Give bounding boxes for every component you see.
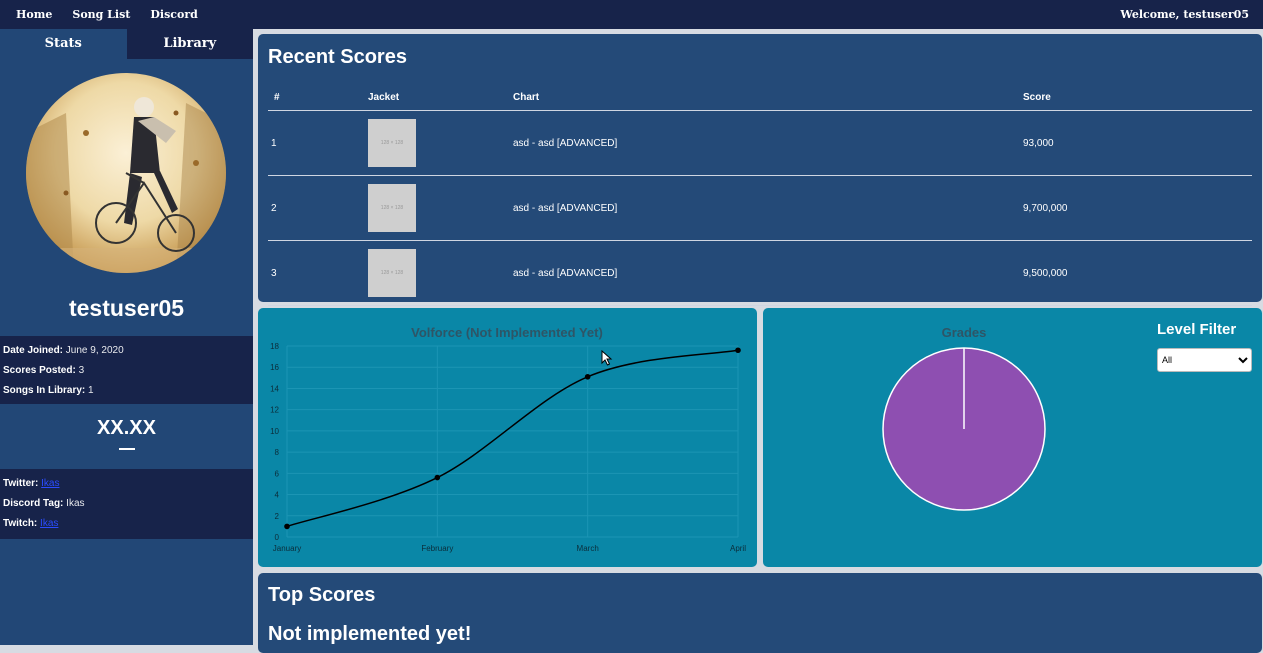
row-score: 93,000 [1022,110,1252,176]
jacket-image[interactable]: 128 × 128 [368,119,416,167]
username: testuser05 [68,295,185,321]
nav-home-link[interactable]: Home [16,8,52,21]
recent-scores-panel: Recent Scores # Jacket Chart Score 1 128… [258,34,1262,306]
jacket-image[interactable]: 128 × 128 [368,249,416,297]
y-tick-label: 18 [270,342,279,351]
recent-scores-title: Recent Scores [268,46,407,68]
y-tick-label: 14 [270,384,279,393]
top-nav: Home Song List Discord Welcome, testuser… [0,0,1263,29]
tab-library[interactable]: Library [126,29,253,59]
songs-in-library-value: 1 [88,385,94,396]
row-jacket-cell: 128 × 128 [367,240,512,306]
chart-title: Volforce (Not Implemented Yet) [411,325,603,340]
top-scores-message: Not implemented yet! [268,623,472,645]
row-chart[interactable]: asd - asd [ADVANCED] [512,175,1022,241]
y-tick-label: 10 [270,427,279,436]
y-tick-label: 16 [270,363,279,372]
row-num: 3 [268,240,367,306]
date-joined-label: Date Joined: [3,345,64,356]
twitch-link[interactable]: Ikas [40,518,58,529]
twitter-link[interactable]: Ikas [41,478,59,489]
table-row[interactable]: 2 128 × 128 asd - asd [ADVANCED] 9,700,0… [268,175,1252,241]
mouse-cursor-icon [601,350,613,366]
sidebar-tabs: Stats Library [0,29,253,59]
row-score: 9,500,000 [1022,240,1252,306]
tab-stats[interactable]: Stats [0,29,127,59]
table-row[interactable]: 1 128 × 128 asd - asd [ADVANCED] 93,000 [268,110,1252,176]
volforce-chart: Volforce (Not Implemented Yet) 0 2 4 6 8 10 12 1… [270,325,746,553]
nav-discord-link[interactable]: Discord [150,8,197,21]
scores-posted-row: Scores Posted: 3 [0,361,253,381]
series-line [286,349,739,528]
socials-block: Twitter: Ikas Discord Tag: Ikas Twitch: … [0,469,253,539]
twitch-label: Twitch: [3,518,38,529]
recent-scores-table: # Jacket Chart Score 1 128 × 128 asd - a… [268,84,1252,306]
discord-tag-label: Discord Tag: [3,498,64,509]
jacket-image[interactable]: 128 × 128 [368,184,416,232]
row-score: 9,700,000 [1022,175,1252,241]
date-joined-row: Date Joined: June 9, 2020 [0,341,253,361]
row-num: 2 [268,175,367,241]
avatar-illustration [26,97,226,273]
y-tick-label: 6 [275,469,280,478]
sidebar: Stats Library testuser05 Date Joined: Ju [0,29,253,645]
top-scores-title: Top Scores [268,584,376,606]
grades-chart: Grades [882,325,1046,511]
row-jacket-cell: 128 × 128 [367,110,512,176]
nav-song-list-link[interactable]: Song List [72,8,130,21]
avatar [26,73,226,273]
user-info-block: Date Joined: June 9, 2020 Scores Posted:… [0,336,253,404]
col-header-score: Score [1022,84,1252,111]
col-header-jacket: Jacket [367,84,512,111]
twitter-label: Twitter: [3,478,39,489]
welcome-text[interactable]: Welcome, testuser05 [1120,0,1249,29]
volforce-dash [118,448,135,450]
y-tick-label: 0 [275,533,280,542]
chart-title: Grades [942,325,987,340]
row-num: 1 [268,110,367,176]
twitch-row: Twitch: Ikas [0,514,253,534]
col-header-num: # [268,84,367,111]
level-filter-select[interactable]: All [1157,348,1252,372]
scores-posted-label: Scores Posted: [3,365,76,376]
discord-tag-value: Ikas [66,498,85,509]
x-tick-label: March [577,544,599,553]
volforce-chart-panel: Volforce (Not Implemented Yet) 0 2 4 6 8 10 12 1… [258,308,757,567]
row-jacket-cell: 128 × 128 [367,175,512,241]
twitter-row: Twitter: Ikas [0,474,253,494]
y-tick-label: 4 [275,491,280,500]
table-row[interactable]: 3 128 × 128 asd - asd [ADVANCED] 9,500,0… [268,240,1252,306]
y-tick-label: 8 [275,448,280,457]
level-filter-title: Level Filter [1157,321,1237,338]
data-point[interactable] [284,523,290,530]
y-tick-label: 2 [275,512,280,521]
songs-in-library-label: Songs In Library: [3,385,86,396]
scores-posted-value: 3 [78,365,85,376]
nav-links: Home Song List Discord [16,0,198,29]
data-point[interactable] [735,347,741,354]
data-point[interactable] [584,373,591,380]
table-header-row: # Jacket Chart Score [268,84,1252,111]
date-joined-value: June 9, 2020 [65,345,124,356]
x-tick-label: April [730,544,746,553]
data-point[interactable] [434,474,441,481]
col-header-chart: Chart [512,84,1022,111]
grades-panel: Grades Level Filter All [763,308,1262,567]
x-tick-label: January [273,544,301,553]
y-tick-label: 12 [270,406,279,415]
top-scores-panel: Top Scores Not implemented yet! [258,573,1262,653]
songs-in-library-row: Songs In Library: 1 [0,381,253,401]
x-tick-label: February [421,544,453,553]
row-chart[interactable]: asd - asd [ADVANCED] [512,240,1022,306]
row-chart[interactable]: asd - asd [ADVANCED] [512,110,1022,176]
volforce-value: XX.XX [97,417,156,439]
discord-tag-row: Discord Tag: Ikas [0,494,253,514]
volforce-summary: XX.XX [0,407,253,469]
